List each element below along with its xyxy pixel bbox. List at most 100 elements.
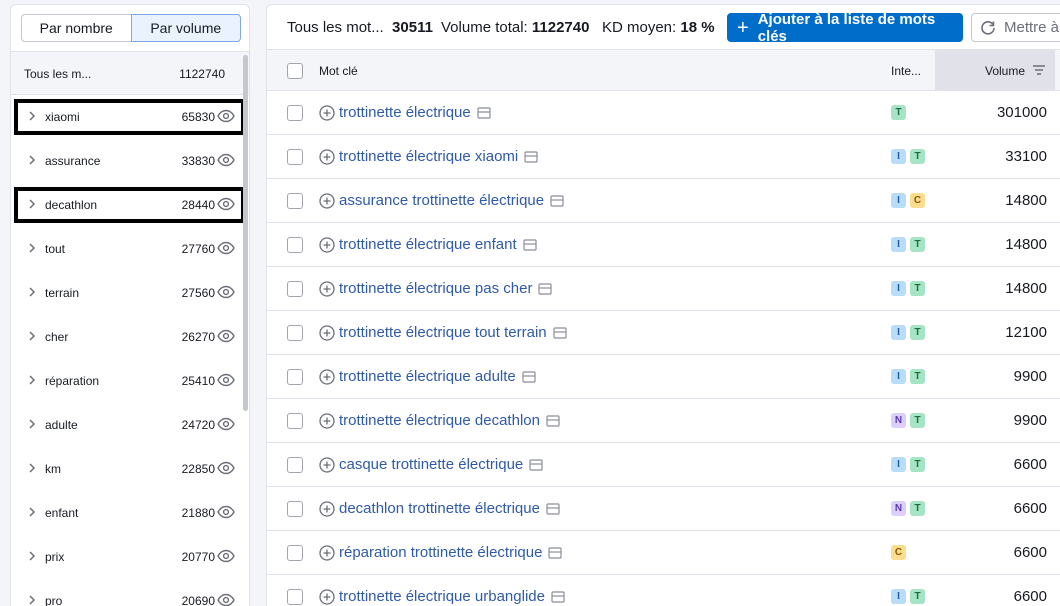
group-item[interactable]: adulte 24720 <box>11 403 241 447</box>
by-number-button[interactable]: Par nombre <box>21 14 131 42</box>
row-checkbox[interactable] <box>287 193 303 209</box>
add-circle-icon[interactable] <box>319 413 335 429</box>
group-item[interactable]: terrain 27560 <box>11 271 241 315</box>
keyword-link[interactable]: casque trottinette électrique <box>339 456 543 473</box>
eye-icon[interactable] <box>217 153 235 167</box>
keyword-link[interactable]: trottinette électrique pas cher <box>339 280 553 297</box>
add-circle-icon[interactable] <box>319 457 335 473</box>
eye-icon[interactable] <box>217 373 235 387</box>
row-checkbox[interactable] <box>287 149 303 165</box>
serp-icon[interactable] <box>523 238 537 251</box>
row-checkbox[interactable] <box>287 501 303 517</box>
keyword-column-header[interactable]: Mot clé <box>319 64 358 78</box>
by-volume-button[interactable]: Par volume <box>130 14 241 42</box>
serp-icon[interactable] <box>529 458 543 471</box>
eye-icon[interactable] <box>217 285 235 299</box>
add-circle-icon[interactable] <box>319 369 335 385</box>
chevron-right-icon[interactable] <box>27 153 37 167</box>
keyword-link[interactable]: trottinette électrique tout terrain <box>339 324 567 341</box>
serp-icon[interactable] <box>550 194 564 207</box>
row-checkbox[interactable] <box>287 325 303 341</box>
keyword-link[interactable]: trottinette électrique <box>339 104 491 121</box>
chevron-right-icon[interactable] <box>27 285 37 299</box>
keyword-link[interactable]: trottinette électrique enfant <box>339 236 537 253</box>
table-row[interactable]: trottinette électrique adulte I T 9900 <box>267 355 1060 399</box>
eye-icon[interactable] <box>217 593 235 606</box>
group-item[interactable]: pro 20690 <box>11 579 241 606</box>
chevron-right-icon[interactable] <box>27 373 37 387</box>
keyword-link[interactable]: trottinette électrique adulte <box>339 368 536 385</box>
volume-column-header[interactable]: Volume <box>935 50 1055 91</box>
eye-icon[interactable] <box>217 241 235 255</box>
table-row[interactable]: trottinette électrique tout terrain I T 121… <box>267 311 1060 355</box>
table-row[interactable]: casque trottinette électrique I T 6600 <box>267 443 1060 487</box>
serp-icon[interactable] <box>546 502 560 515</box>
add-circle-icon[interactable] <box>319 545 335 561</box>
group-item[interactable]: réparation 25410 <box>11 359 241 403</box>
chevron-right-icon[interactable] <box>27 549 37 563</box>
add-circle-icon[interactable] <box>319 237 335 253</box>
add-to-keyword-list-button[interactable]: + Ajouter à la liste de mots clés <box>727 11 963 45</box>
add-circle-icon[interactable] <box>319 589 335 605</box>
add-circle-icon[interactable] <box>319 281 335 297</box>
table-row[interactable]: réparation trottinette électrique C 6600 <box>267 531 1060 575</box>
serp-icon[interactable] <box>524 150 538 163</box>
serp-icon[interactable] <box>546 414 560 427</box>
add-circle-icon[interactable] <box>319 325 335 341</box>
eye-icon[interactable] <box>217 461 235 475</box>
keyword-link[interactable]: trottinette électrique urbanglide <box>339 588 565 605</box>
group-item[interactable]: km 22850 <box>11 447 241 491</box>
chevron-right-icon[interactable] <box>27 505 37 519</box>
all-keywords-group-header[interactable]: Tous les m... 1122740 <box>11 51 249 95</box>
table-row[interactable]: decathlon trottinette électrique N T 6600 <box>267 487 1060 531</box>
row-checkbox[interactable] <box>287 369 303 385</box>
row-checkbox[interactable] <box>287 457 303 473</box>
serp-icon[interactable] <box>548 546 563 559</box>
row-checkbox[interactable] <box>287 413 303 429</box>
row-checkbox[interactable] <box>287 589 303 605</box>
row-checkbox[interactable] <box>287 237 303 253</box>
group-item[interactable]: cher 26270 <box>11 315 241 359</box>
group-item[interactable]: assurance 33830 <box>11 139 241 183</box>
serp-icon[interactable] <box>522 370 536 383</box>
table-row[interactable]: trottinette électrique urbanglide I T 6600 <box>267 575 1060 606</box>
chevron-right-icon[interactable] <box>27 329 37 343</box>
row-checkbox[interactable] <box>287 105 303 121</box>
add-circle-icon[interactable] <box>319 105 335 121</box>
chevron-right-icon[interactable] <box>27 461 37 475</box>
eye-icon[interactable] <box>217 549 235 563</box>
keyword-link[interactable]: trottinette électrique xiaomi <box>339 148 538 165</box>
select-all-checkbox[interactable] <box>287 63 303 79</box>
group-item[interactable]: enfant 21880 <box>11 491 241 535</box>
table-row[interactable]: trottinette électrique decathlon N T 9900 <box>267 399 1060 443</box>
serp-icon[interactable] <box>551 590 565 603</box>
table-row[interactable]: trottinette électrique xiaomi I T 33100 <box>267 135 1060 179</box>
table-row[interactable]: trottinette électrique enfant I T 14800 <box>267 223 1060 267</box>
add-circle-icon[interactable] <box>319 193 335 209</box>
eye-icon[interactable] <box>217 417 235 431</box>
keyword-link[interactable]: réparation trottinette électrique <box>339 544 563 561</box>
chevron-right-icon[interactable] <box>27 593 37 606</box>
serp-icon[interactable] <box>553 326 567 339</box>
update-button[interactable]: Mettre à <box>971 13 1060 42</box>
keyword-link[interactable]: assurance trottinette électrique <box>339 192 564 209</box>
group-item[interactable]: prix 20770 <box>11 535 241 579</box>
chevron-right-icon[interactable] <box>27 241 37 255</box>
eye-icon[interactable] <box>217 329 235 343</box>
group-item[interactable]: tout 27760 <box>11 227 241 271</box>
row-checkbox[interactable] <box>287 545 303 561</box>
chevron-right-icon[interactable] <box>27 417 37 431</box>
add-circle-icon[interactable] <box>319 501 335 517</box>
keyword-link[interactable]: decathlon trottinette électrique <box>339 500 560 517</box>
table-row[interactable]: trottinette électrique T 301000 <box>267 91 1060 135</box>
add-circle-icon[interactable] <box>319 149 335 165</box>
table-row[interactable]: assurance trottinette électrique I C 14800 <box>267 179 1060 223</box>
intent-column-header[interactable]: Inte... <box>891 64 921 78</box>
table-row[interactable]: trottinette électrique pas cher I T 14800 <box>267 267 1060 311</box>
eye-icon[interactable] <box>217 505 235 519</box>
row-checkbox[interactable] <box>287 281 303 297</box>
serp-icon[interactable] <box>538 282 553 295</box>
serp-icon[interactable] <box>477 106 491 119</box>
group-list-scrollbar[interactable] <box>243 55 248 411</box>
keyword-link[interactable]: trottinette électrique decathlon <box>339 412 560 429</box>
